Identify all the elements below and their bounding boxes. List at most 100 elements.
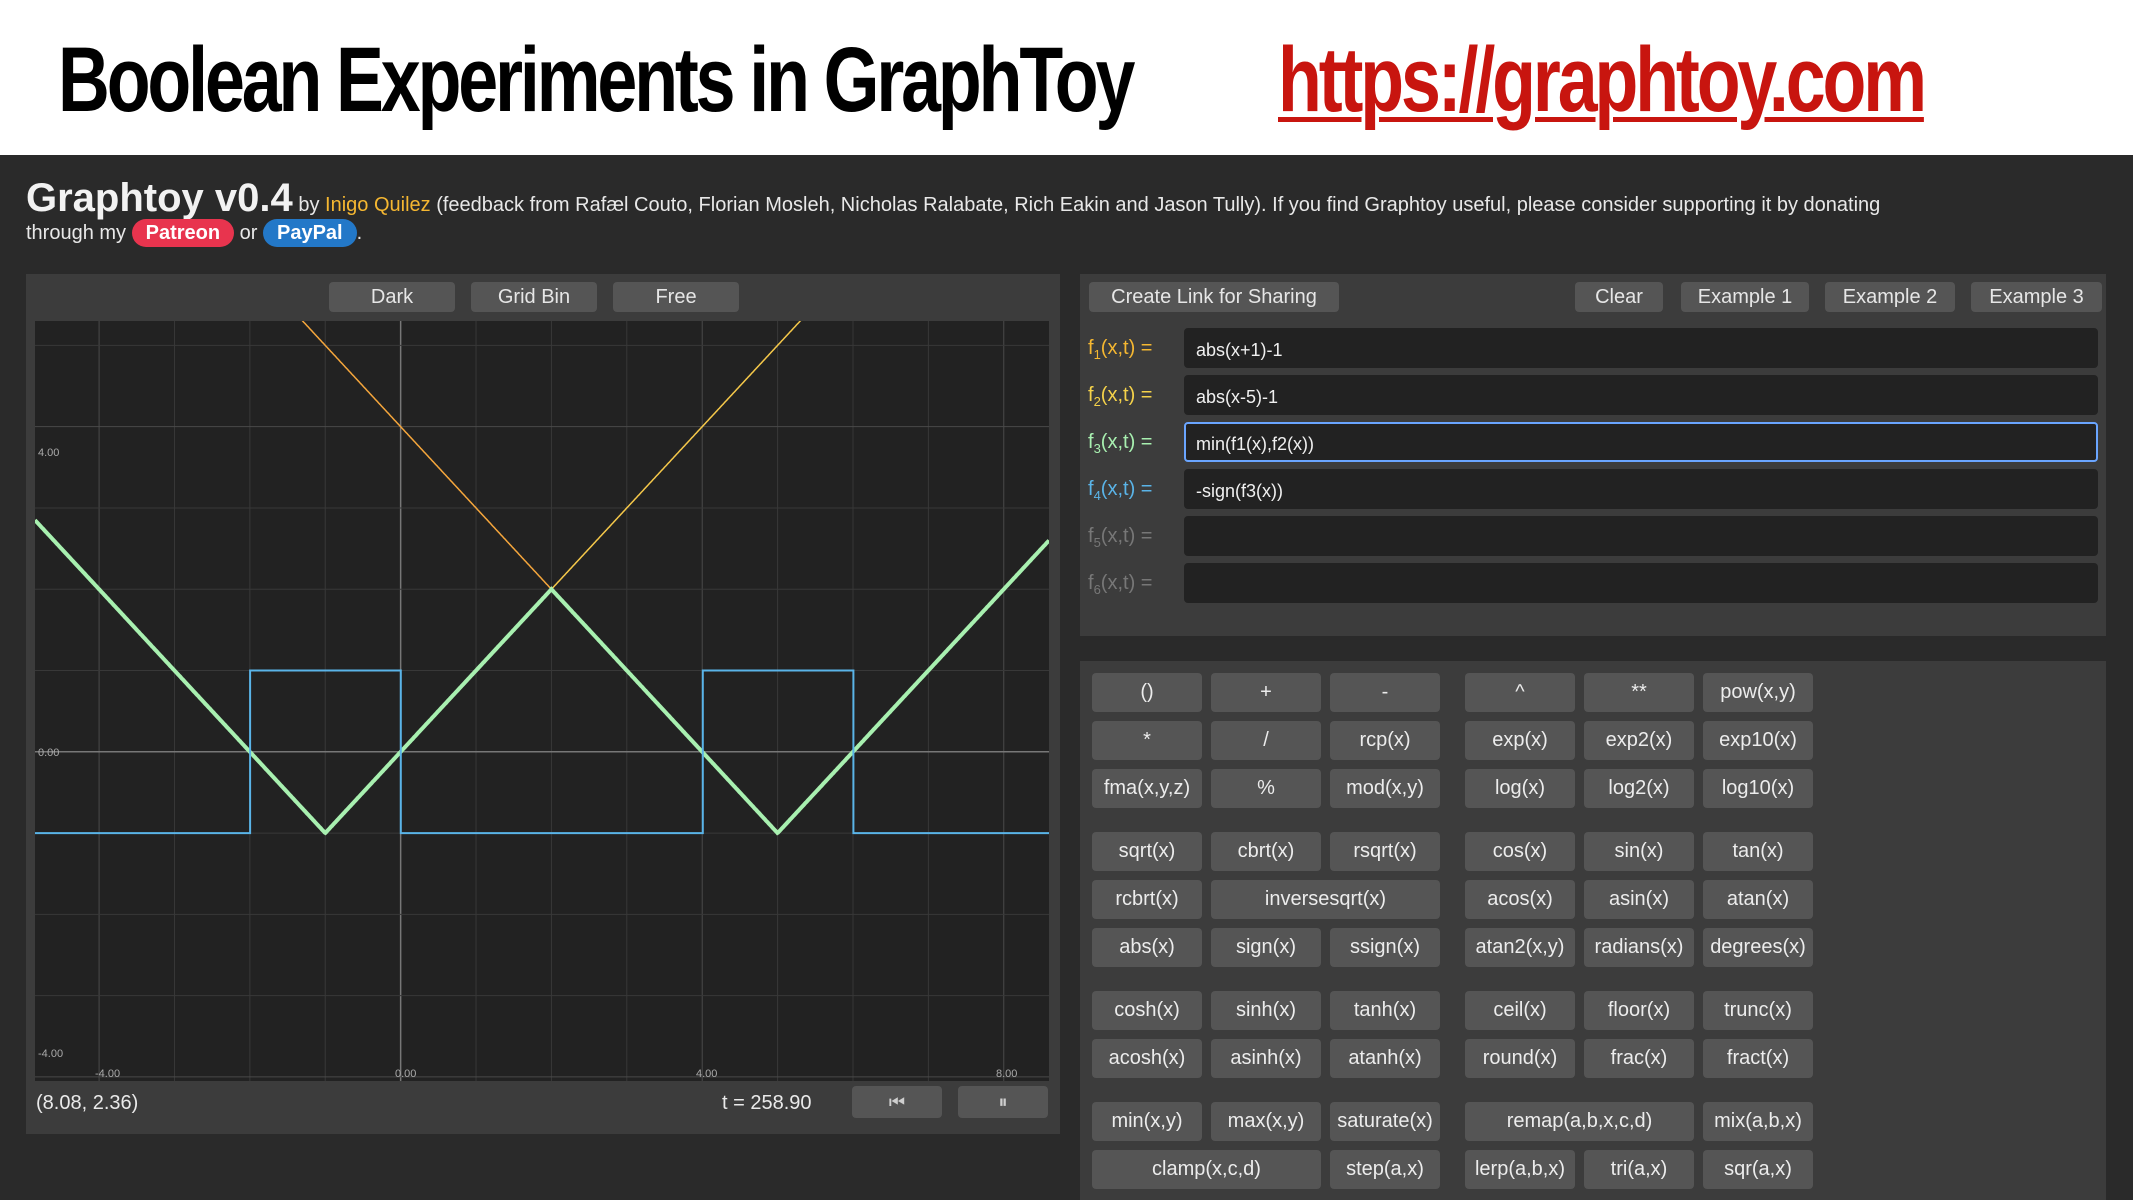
- through-text: through my: [26, 222, 132, 244]
- example-3-button[interactable]: Example 3: [1971, 282, 2102, 312]
- formula-row-2: f2(x,t) = abs(x-5)-1: [1088, 375, 2098, 415]
- time-readout: t = 258.90: [722, 1092, 812, 1114]
- key-exp10-x[interactable]: exp10(x): [1703, 721, 1813, 760]
- key-degrees-x[interactable]: degrees(x): [1703, 928, 1813, 967]
- formula-panel: Create Link for Sharing Clear Example 1 …: [1080, 274, 2106, 636]
- x-tick-label-4: 4.00: [696, 1068, 717, 1080]
- key-atan2-x-y[interactable]: atan2(x,y): [1465, 928, 1575, 967]
- free-button[interactable]: Free: [613, 282, 739, 312]
- formula-row-1: f1(x,t) = abs(x+1)-1: [1088, 328, 2098, 368]
- key-log-x[interactable]: log(x): [1465, 769, 1575, 808]
- x-tick-label-neg4: -4.00: [95, 1068, 120, 1080]
- key-remap-a-b-x-c-d[interactable]: remap(a,b,x,c,d): [1465, 1102, 1694, 1141]
- formula-label-4: f4(x,t) =: [1088, 478, 1153, 503]
- key-cbrt-x[interactable]: cbrt(x): [1211, 832, 1321, 871]
- key-max-x-y[interactable]: max(x,y): [1211, 1102, 1321, 1141]
- graph-canvas[interactable]: 4.00 0.00 -4.00 -4.00 0.00 4.00 8.00: [35, 321, 1049, 1081]
- formula-input-5[interactable]: [1184, 516, 2098, 556]
- key-sqr-a-x[interactable]: sqr(a,x): [1703, 1150, 1813, 1189]
- key-divide[interactable]: /: [1211, 721, 1321, 760]
- banner-link[interactable]: https://graphtoy.com: [1278, 28, 1927, 133]
- dark-button[interactable]: Dark: [329, 282, 455, 312]
- key-tri-a-x[interactable]: tri(a,x): [1584, 1150, 1694, 1189]
- pause-button[interactable]: ⏸: [958, 1086, 1048, 1118]
- formula-input-1[interactable]: abs(x+1)-1: [1184, 328, 2098, 368]
- key-cosh-x[interactable]: cosh(x): [1092, 991, 1202, 1030]
- key-mix-a-b-x[interactable]: mix(a,b,x): [1703, 1102, 1813, 1141]
- banner-title: Boolean Experiments in GraphToy: [58, 29, 1135, 131]
- key-rcbrt-x[interactable]: rcbrt(x): [1092, 880, 1202, 919]
- key-ceil-x[interactable]: ceil(x): [1465, 991, 1575, 1030]
- author-link[interactable]: Inigo Quilez: [325, 194, 431, 216]
- key-clamp-x-c-d[interactable]: clamp(x,c,d): [1092, 1150, 1321, 1189]
- by-text: by: [292, 194, 326, 216]
- key-mod-x-y[interactable]: mod(x,y): [1330, 769, 1440, 808]
- create-link-button[interactable]: Create Link for Sharing: [1089, 282, 1339, 312]
- key-exp-x[interactable]: exp(x): [1465, 721, 1575, 760]
- clear-button[interactable]: Clear: [1575, 282, 1663, 312]
- formula-label-3: f3(x,t) =: [1088, 431, 1153, 456]
- y-tick-label-top: 4.00: [38, 447, 59, 459]
- key-parens[interactable]: (): [1092, 673, 1202, 712]
- key-floor-x[interactable]: floor(x): [1584, 991, 1694, 1030]
- key-multiply[interactable]: *: [1092, 721, 1202, 760]
- formula-row-3: f3(x,t) = min(f1(x),f2(x)): [1088, 422, 2098, 462]
- key-pow-x-y[interactable]: pow(x,y): [1703, 673, 1813, 712]
- paypal-button[interactable]: PayPal: [262, 219, 357, 247]
- key-tan-x[interactable]: tan(x): [1703, 832, 1813, 871]
- key-tanh-x[interactable]: tanh(x): [1330, 991, 1440, 1030]
- x-tick-label-zero: 0.00: [395, 1068, 416, 1080]
- key-exp2-x[interactable]: exp2(x): [1584, 721, 1694, 760]
- graph-panel: Dark Grid Bin Free 4.00 0.00 -4.00 -4.00…: [26, 274, 1060, 1134]
- key-rsqrt-x[interactable]: rsqrt(x): [1330, 832, 1440, 871]
- key-inversesqrt-x[interactable]: inversesqrt(x): [1211, 880, 1440, 919]
- key-radians-x[interactable]: radians(x): [1584, 928, 1694, 967]
- key-asinh-x[interactable]: asinh(x): [1211, 1039, 1321, 1078]
- key-atanh-x[interactable]: atanh(x): [1330, 1039, 1440, 1078]
- key-acosh-x[interactable]: acosh(x): [1092, 1039, 1202, 1078]
- credits-text: (feedback from Rafæl Couto, Florian Mosl…: [430, 194, 1881, 216]
- curves: [35, 321, 1049, 836]
- key-asin-x[interactable]: asin(x): [1584, 880, 1694, 919]
- grid-bin-button[interactable]: Grid Bin: [471, 282, 597, 312]
- key-fma-x-y-z[interactable]: fma(x,y,z): [1092, 769, 1202, 808]
- key-rcp-x[interactable]: rcp(x): [1330, 721, 1440, 760]
- key-abs-x[interactable]: abs(x): [1092, 928, 1202, 967]
- formula-input-4[interactable]: -sign(f3(x)): [1184, 469, 2098, 509]
- y-tick-label-zero: 0.00: [38, 747, 59, 759]
- key-ssign-x[interactable]: ssign(x): [1330, 928, 1440, 967]
- key-step-a-x[interactable]: step(a,x): [1330, 1150, 1440, 1189]
- rewind-button[interactable]: ⏮: [852, 1086, 942, 1118]
- key-minus[interactable]: -: [1330, 673, 1440, 712]
- key-power[interactable]: **: [1584, 673, 1694, 712]
- patreon-button[interactable]: Patreon: [131, 219, 235, 247]
- key-round-x[interactable]: round(x): [1465, 1039, 1575, 1078]
- formula-input-6[interactable]: [1184, 563, 2098, 603]
- plot-svg[interactable]: 4.00 0.00 -4.00 -4.00 0.00 4.00 8.00: [35, 321, 1049, 1081]
- key-caret[interactable]: ^: [1465, 673, 1575, 712]
- key-sign-x[interactable]: sign(x): [1211, 928, 1321, 967]
- example-2-button[interactable]: Example 2: [1825, 282, 1955, 312]
- key-sqrt-x[interactable]: sqrt(x): [1092, 832, 1202, 871]
- formula-input-2[interactable]: abs(x-5)-1: [1184, 375, 2098, 415]
- example-1-button[interactable]: Example 1: [1681, 282, 1809, 312]
- app-header: Graphtoy v0.4 by Inigo Quilez (feedback …: [26, 178, 2116, 247]
- key-trunc-x[interactable]: trunc(x): [1703, 991, 1813, 1030]
- banner: Boolean Experiments in GraphToy https://…: [0, 0, 2133, 155]
- key-log10-x[interactable]: log10(x): [1703, 769, 1813, 808]
- key-plus[interactable]: +: [1211, 673, 1321, 712]
- key-frac-x[interactable]: frac(x): [1584, 1039, 1694, 1078]
- key-cos-x[interactable]: cos(x): [1465, 832, 1575, 871]
- key-lerp-a-b-x[interactable]: lerp(a,b,x): [1465, 1150, 1575, 1189]
- pause-icon: ⏸: [998, 1092, 1008, 1112]
- key-sinh-x[interactable]: sinh(x): [1211, 991, 1321, 1030]
- key-acos-x[interactable]: acos(x): [1465, 880, 1575, 919]
- key-fract-x[interactable]: fract(x): [1703, 1039, 1813, 1078]
- key-percent[interactable]: %: [1211, 769, 1321, 808]
- key-saturate-x[interactable]: saturate(x): [1330, 1102, 1440, 1141]
- key-log2-x[interactable]: log2(x): [1584, 769, 1694, 808]
- formula-input-3[interactable]: min(f1(x),f2(x)): [1184, 422, 2098, 462]
- key-min-x-y[interactable]: min(x,y): [1092, 1102, 1202, 1141]
- key-sin-x[interactable]: sin(x): [1584, 832, 1694, 871]
- key-atan-x[interactable]: atan(x): [1703, 880, 1813, 919]
